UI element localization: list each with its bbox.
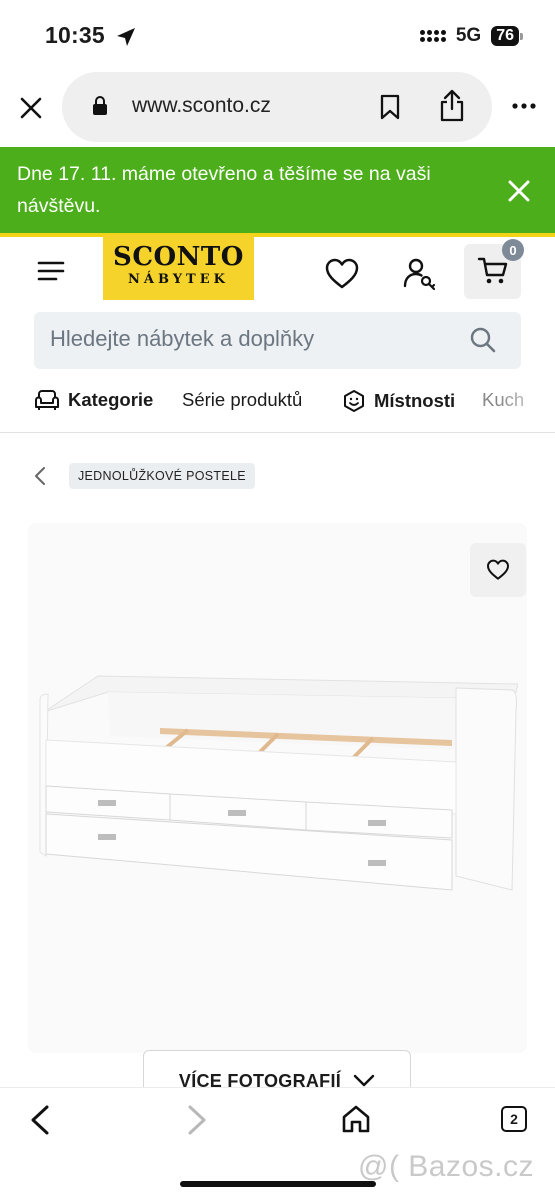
close-tab-icon[interactable] (19, 96, 43, 120)
breadcrumb-label: JEDNOLŮŽKOVÉ POSTELE (78, 469, 246, 483)
nav-fade (500, 385, 555, 419)
account-login-icon[interactable] (402, 257, 438, 291)
nav-item-product-series[interactable]: Série produktů (182, 389, 302, 411)
status-time: 10:35 (45, 22, 105, 48)
url-bar[interactable] (62, 72, 492, 142)
share-icon[interactable] (438, 88, 466, 122)
bookmark-icon[interactable] (379, 94, 401, 120)
search-icon[interactable] (469, 326, 497, 354)
sconto-logo[interactable]: SCONTO NÁBYTEK (103, 235, 254, 300)
lock-icon (93, 96, 107, 115)
smiley-icon (344, 390, 364, 412)
search-input[interactable] (50, 326, 450, 352)
menu-icon[interactable] (37, 260, 65, 282)
cart-icon (477, 257, 508, 284)
heart-icon (487, 559, 509, 580)
forward-icon[interactable] (186, 1104, 208, 1136)
home-icon[interactable] (341, 1104, 371, 1134)
logo-line1: SCONTO (113, 242, 244, 272)
watermark: @( Bazos.cz (358, 1150, 534, 1183)
nav-item-label: Série produktů (182, 389, 303, 410)
nav-item-categories[interactable]: Kategorie (34, 389, 153, 411)
back-icon[interactable] (29, 1104, 51, 1136)
wishlist-heart-icon[interactable] (324, 258, 360, 290)
nav-item-label: Kategorie (68, 389, 154, 410)
nav-item-rooms[interactable]: Místnosti (342, 389, 455, 413)
home-indicator[interactable] (180, 1181, 376, 1187)
location-arrow-icon (117, 28, 135, 46)
tabs-button[interactable]: 2 (501, 1106, 527, 1132)
network-label: 5G (455, 25, 482, 46)
breadcrumb[interactable]: JEDNOLŮŽKOVÉ POSTELE (69, 463, 255, 489)
battery-icon: 76 (491, 26, 523, 46)
status-indicators: 5G 76 (419, 25, 523, 47)
sofa-icon (35, 390, 59, 410)
close-banner-icon[interactable] (508, 180, 530, 202)
bed-product-image (39, 675, 518, 891)
cart-count-badge: 0 (502, 239, 524, 261)
banner-text: Dne 17. 11. máme otevřeno a těšíme se na… (17, 163, 431, 217)
nav-item-label: Místnosti (374, 390, 456, 411)
logo-line2: NÁBYTEK (128, 272, 229, 287)
chevron-down-icon (353, 1074, 375, 1087)
signal-icon (419, 30, 446, 42)
back-chevron-icon[interactable] (34, 466, 46, 486)
nav-divider (0, 432, 555, 433)
url-text[interactable]: www.sconto.cz (132, 94, 271, 118)
more-options-icon[interactable] (511, 102, 537, 110)
